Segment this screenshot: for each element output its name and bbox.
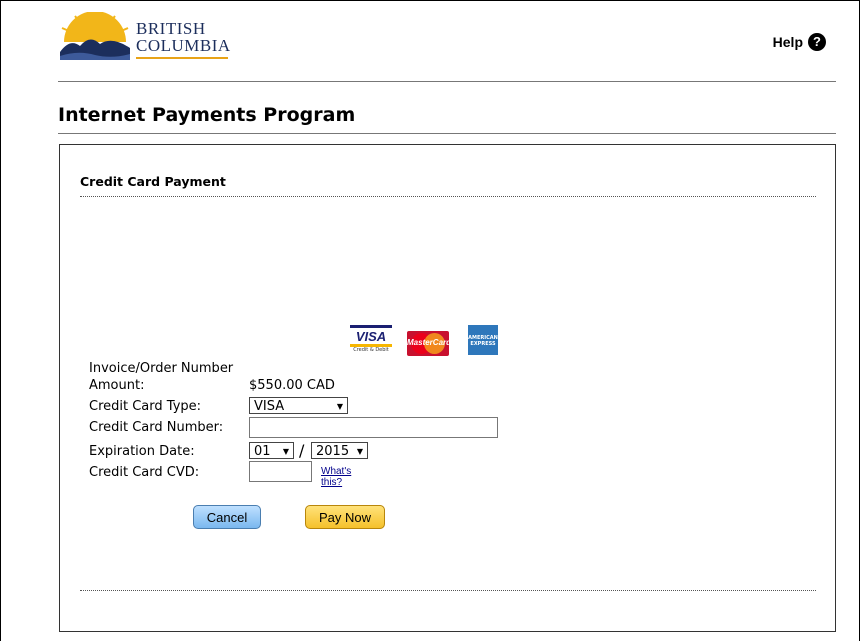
header-divider [58,81,836,82]
cvd-label: Credit Card CVD: [89,465,200,480]
exp-year-value: 2015 [316,444,350,459]
pay-now-button[interactable]: Pay Now [305,505,385,529]
chevron-down-icon: ▼ [336,402,343,411]
section-title: Credit Card Payment [80,174,226,189]
card-number-label: Credit Card Number: [89,420,224,435]
whats-this-link[interactable]: What's this? [321,466,351,488]
page-title: Internet Payments Program [58,104,356,126]
expiration-label: Expiration Date: [89,444,195,459]
exp-separator: / [299,441,305,460]
chevron-down-icon: ▼ [356,447,363,456]
help-label: Help [772,34,803,50]
exp-year-select[interactable]: 2015 ▼ [311,442,368,459]
help-link[interactable]: Help ? [773,33,826,51]
cancel-button[interactable]: Cancel [193,505,261,529]
invoice-label: Invoice/Order Number [89,361,234,376]
cvd-input[interactable] [249,461,312,482]
logo-line2: COLUMBIA [136,36,231,55]
chevron-down-icon: ▼ [282,447,289,456]
dotted-divider-top [80,196,816,197]
bc-logo: BRITISH COLUMBIA [60,11,231,60]
mastercard-logo-text: MasterCard [407,338,449,347]
bc-logo-text: BRITISH COLUMBIA [136,20,231,54]
card-type-value: VISA [254,399,285,414]
amount-label: Amount: [89,378,145,393]
exp-month-select[interactable]: 01 ▼ [249,442,294,459]
exp-month-value: 01 [254,444,271,459]
card-type-label: Credit Card Type: [89,399,202,414]
logo-line1: BRITISH [136,19,206,38]
amex-logo: AMERICAN EXPRESS [468,325,498,355]
payment-panel: Credit Card Payment VISA Credit & Debit … [59,144,836,632]
card-type-select[interactable]: VISA ▼ [249,397,348,414]
visa-logo-subtext: Credit & Debit [353,347,389,353]
logo-underline [136,57,228,59]
mastercard-logo: MasterCard [407,331,449,356]
visa-logo-text: VISA [355,329,387,344]
card-number-input[interactable] [249,417,498,438]
dotted-divider-bottom [80,590,816,591]
title-divider [58,133,836,134]
help-icon: ? [808,33,826,51]
visa-logo: VISA Credit & Debit [350,325,392,355]
bc-logo-graphic [60,11,130,60]
amount-value: $550.00 CAD [249,378,335,393]
